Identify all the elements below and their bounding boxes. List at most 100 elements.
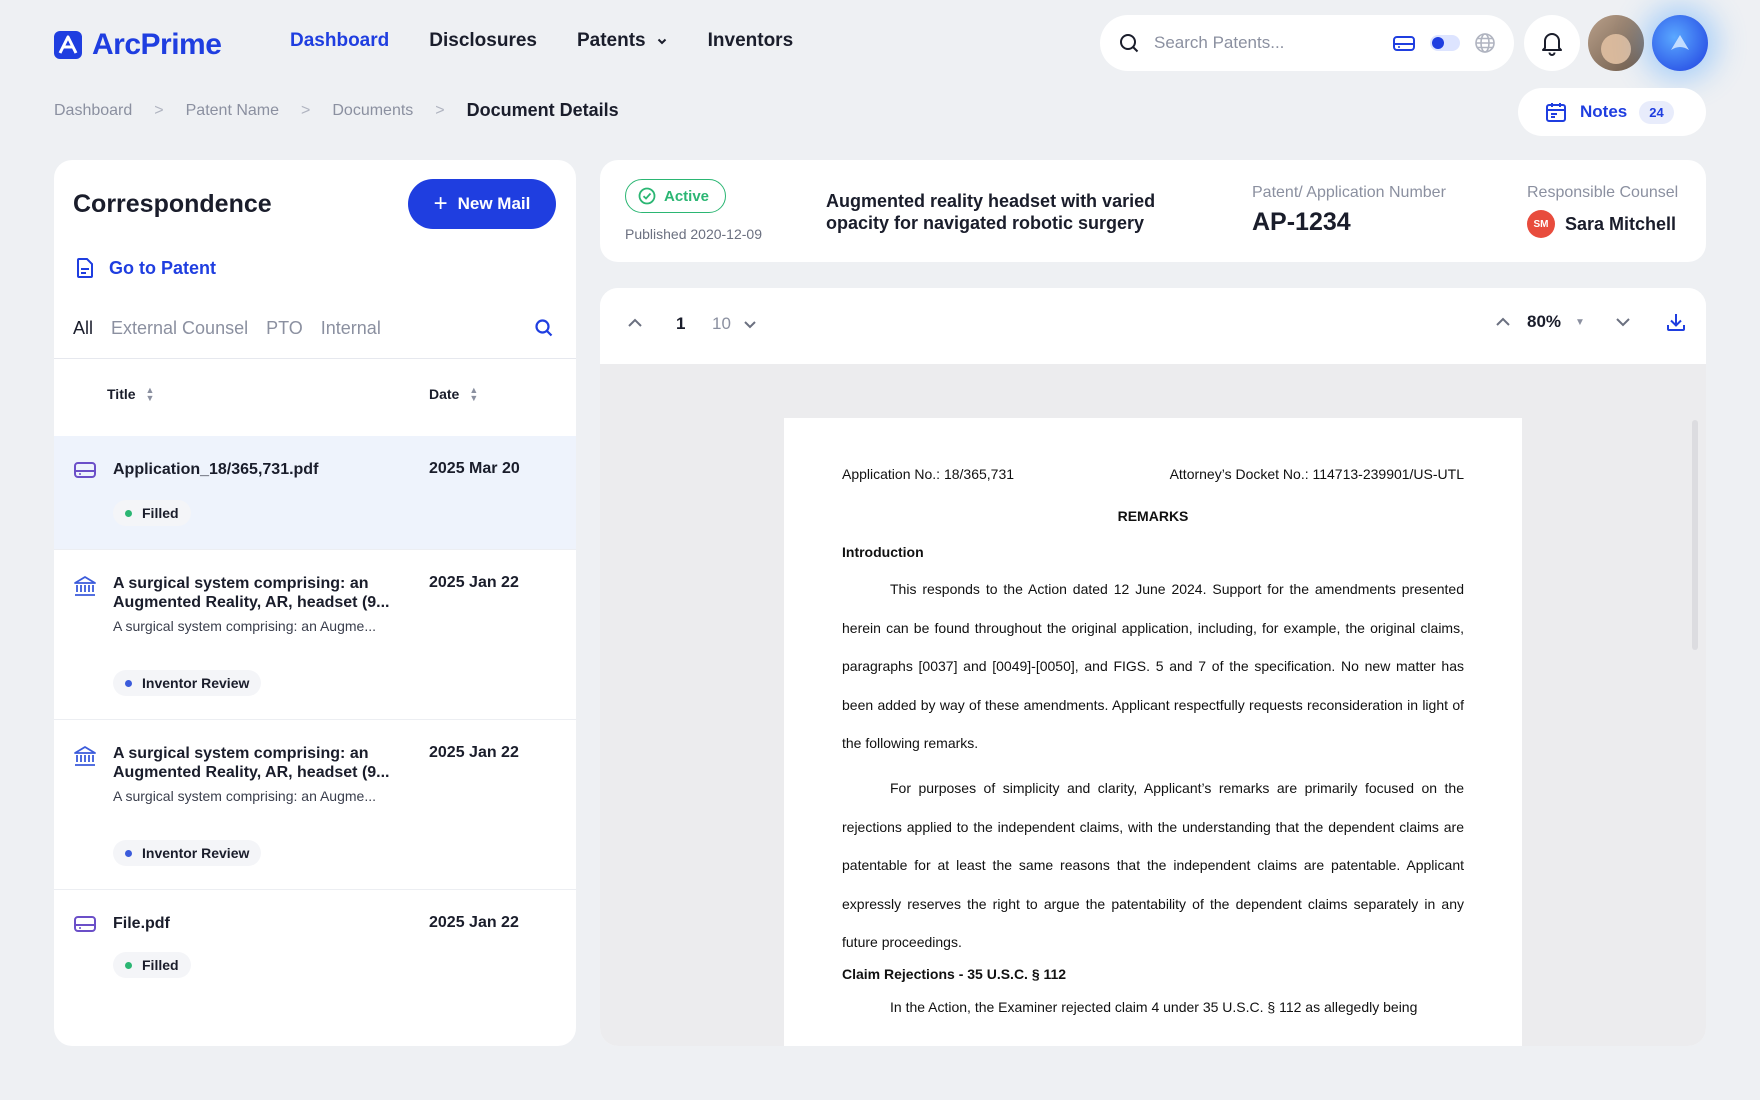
filter-pto[interactable]: PTO [266, 318, 303, 339]
search-icon [1120, 34, 1139, 53]
nav-inventors[interactable]: Inventors [708, 30, 794, 52]
nav-disclosures[interactable]: Disclosures [429, 30, 537, 52]
breadcrumb: Dashboard > Patent Name > Documents > Do… [54, 100, 619, 121]
item-date: 2025 Jan 22 [429, 744, 519, 761]
search-input[interactable] [1154, 33, 1374, 53]
correspondence-search-button[interactable] [534, 318, 554, 343]
status-badge: Filled [113, 500, 191, 526]
nav-dashboard[interactable]: Dashboard [290, 30, 389, 52]
filter-tabs: All External Counsel PTO Internal [73, 318, 381, 339]
list-item[interactable]: A surgical system comprising: an Augment… [54, 720, 576, 890]
item-subtitle: A surgical system comprising: an Augme..… [113, 788, 376, 804]
sort-icon: ▲ ▼ [145, 385, 155, 403]
paragraph: In the Action, the Examiner rejected cla… [890, 998, 1418, 1015]
filter-internal[interactable]: Internal [321, 318, 381, 339]
chevron-down-icon [657, 38, 666, 45]
notes-label: Notes [1580, 102, 1628, 121]
item-date: 2025 Mar 20 [429, 460, 520, 477]
filter-all[interactable]: All [73, 318, 93, 339]
list-item[interactable]: Application_18/365,731.pdf 2025 Mar 20 F… [54, 436, 576, 550]
status-dot [125, 961, 132, 969]
mode-toggle[interactable] [1430, 35, 1460, 51]
download-button[interactable] [1664, 310, 1688, 339]
paragraph: For purposes of simplicity and clarity, … [842, 779, 1464, 951]
status-badge: Inventor Review [113, 670, 262, 696]
caret-down-icon[interactable]: ▼ [1575, 317, 1585, 328]
divider [54, 358, 576, 359]
document-canvas[interactable]: Application No.: 18/365,731 Attorney’s D… [600, 364, 1706, 1046]
app-name: ArcPrime [92, 28, 222, 61]
status-dot [125, 509, 132, 517]
correspondence-title: Correspondence [73, 190, 272, 218]
breadcrumb-dashboard[interactable]: Dashboard [54, 102, 132, 120]
document-icon [77, 258, 93, 278]
go-to-patent-label: Go to Patent [109, 257, 216, 278]
breadcrumb-patent-name[interactable]: Patent Name [186, 102, 279, 120]
search-icon [535, 319, 553, 337]
status-badge: Filled [113, 952, 191, 978]
patent-number: AP-1234 [1252, 208, 1351, 236]
zoom-out-chevron-down-icon[interactable] [1613, 312, 1633, 332]
counsel-avatar: SM [1527, 210, 1555, 238]
column-title[interactable]: Title ▲ ▼ [107, 385, 155, 403]
column-title-label: Title [107, 386, 136, 402]
notifications-button[interactable] [1524, 15, 1580, 71]
breadcrumb-documents[interactable]: Documents [332, 102, 413, 120]
new-mail-button[interactable]: + New Mail [408, 179, 556, 229]
filter-external-counsel[interactable]: External Counsel [111, 318, 248, 339]
drive-icon [74, 916, 96, 932]
application-number: Application No.: 18/365,731 [842, 466, 1015, 482]
current-page[interactable]: 1 [676, 314, 685, 334]
go-to-patent-link[interactable]: Go to Patent [73, 256, 216, 280]
document-heading: REMARKS [1117, 508, 1189, 524]
counsel[interactable]: SM Sara Mitchell [1527, 210, 1676, 238]
list-item[interactable]: File.pdf 2025 Jan 22 Filled [54, 890, 576, 1000]
user-avatar[interactable] [1588, 15, 1644, 71]
counsel-name: Sara Mitchell [1565, 213, 1677, 234]
column-date[interactable]: Date ▲ ▼ [429, 385, 479, 403]
search-bar [1100, 15, 1514, 71]
nav-patents[interactable]: Patents [577, 30, 668, 52]
previous-page-button[interactable] [624, 312, 646, 339]
download-icon [1667, 314, 1685, 331]
zoom-in-chevron-up-icon[interactable] [1493, 312, 1513, 332]
chevron-right-icon: > [301, 101, 311, 119]
chevron-down-icon [744, 321, 756, 329]
bell-icon [1542, 33, 1562, 56]
total-pages[interactable]: 10 [712, 314, 759, 334]
paragraph: This responds to the Action dated 12 Jun… [842, 581, 1464, 752]
scrollbar[interactable] [1692, 420, 1698, 650]
check-circle-icon [638, 187, 656, 205]
chevron-up-icon [628, 318, 642, 327]
plus-icon: + [433, 190, 448, 217]
document-page: Application No.: 18/365,731 Attorney’s D… [784, 418, 1522, 1046]
zoom-control: 80% ▼ [1493, 312, 1633, 332]
nav-inventors-label: Inventors [707, 30, 794, 51]
column-date-label: Date [429, 386, 460, 402]
assistant-button[interactable] [1652, 15, 1708, 71]
status-label: Inventor Review [142, 675, 250, 691]
status-label: Filled [142, 505, 179, 521]
list-item[interactable]: A surgical system comprising: an Augment… [54, 550, 576, 720]
status-dot [125, 849, 132, 857]
item-title: A surgical system comprising: an Augment… [113, 575, 390, 611]
section-heading: Introduction [842, 544, 924, 560]
sort-icon: ▲ ▼ [469, 385, 479, 403]
item-title: Application_18/365,731.pdf [113, 461, 319, 478]
zoom-level[interactable]: 80% [1527, 312, 1561, 332]
status-label: Active [664, 187, 710, 205]
globe-icon[interactable] [1474, 32, 1496, 54]
bank-icon [74, 746, 96, 766]
status-dot [125, 679, 132, 687]
drive-icon [74, 462, 96, 478]
drive-icon[interactable] [1392, 33, 1416, 53]
notes-button[interactable]: Notes 24 [1518, 88, 1706, 136]
nav-patents-label: Patents [576, 30, 646, 51]
bank-icon [74, 576, 96, 596]
app-logo[interactable]: ArcPrime [54, 28, 222, 62]
docket-number: Attorney’s Docket No.: 114713-239901/US-… [1169, 466, 1464, 482]
status-label: Filled [142, 957, 179, 973]
correspondence-list: Application_18/365,731.pdf 2025 Mar 20 F… [54, 436, 576, 1000]
nav-dashboard-label: Dashboard [290, 30, 390, 51]
correspondence-panel: Correspondence + New Mail Go to Patent A… [54, 160, 576, 1046]
